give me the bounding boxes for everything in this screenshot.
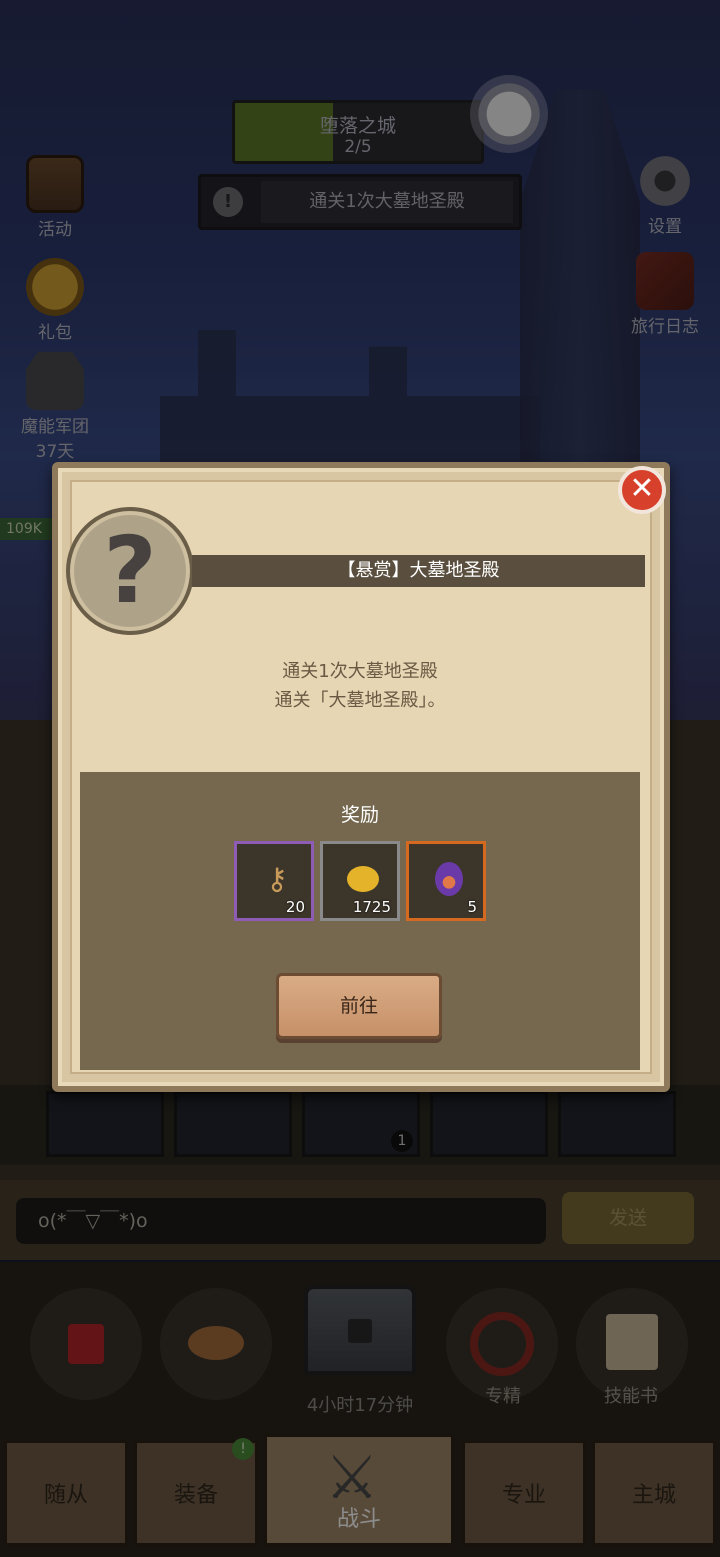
gold-coin-icon — [347, 866, 379, 892]
purple-gem-icon — [435, 862, 463, 896]
reward-count: 1725 — [352, 898, 391, 916]
reward-item-gem[interactable]: 5 — [406, 841, 486, 921]
quest-description-line1: 通关1次大墓地圣殿 — [282, 661, 438, 682]
reward-count: 5 — [467, 898, 477, 916]
reward-item-key[interactable]: ⚷ 20 — [234, 841, 314, 921]
close-icon[interactable]: ✕ — [618, 466, 666, 514]
question-mark-icon: ? — [66, 507, 194, 635]
go-button[interactable]: 前往 — [276, 973, 442, 1039]
modal-title: 【悬赏】大墓地圣殿 — [192, 555, 645, 587]
reward-panel: 奖励 ⚷ 20 1725 5 前往 — [80, 772, 640, 1070]
key-icon: ⚷ — [266, 862, 288, 897]
quest-description-line2: 通关「大墓地圣殿」。 — [274, 690, 446, 711]
reward-count: 20 — [285, 898, 305, 916]
reward-title: 奖励 — [340, 804, 379, 826]
reward-item-gold[interactable]: 1725 — [320, 841, 400, 921]
